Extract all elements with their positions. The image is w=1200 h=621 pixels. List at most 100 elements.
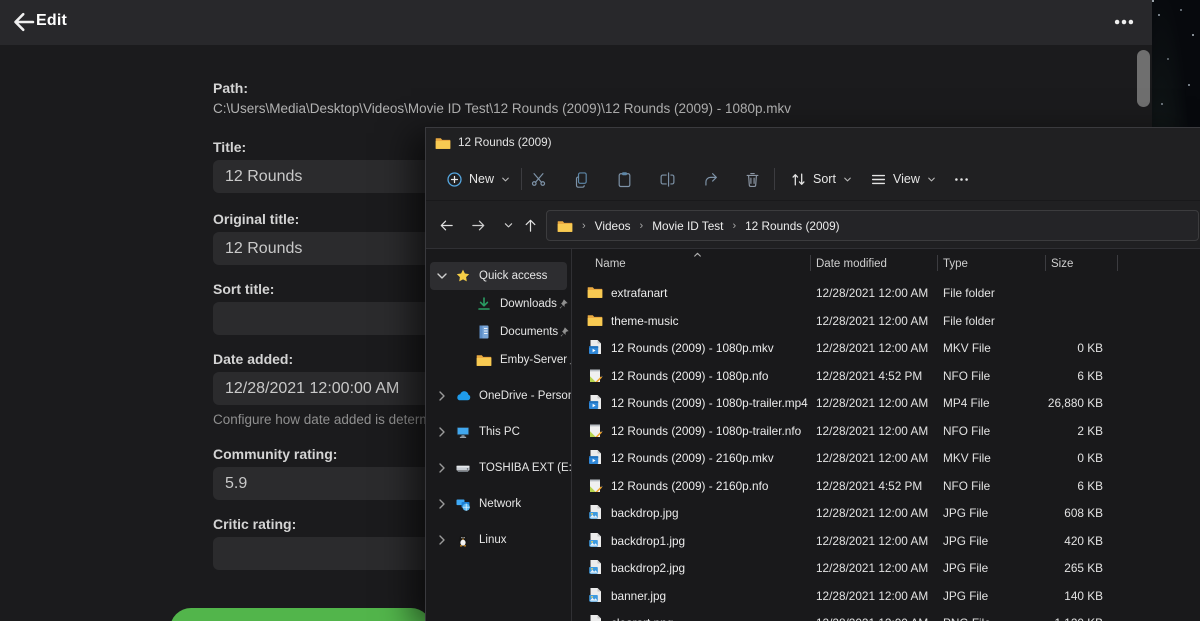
copy-icon [573,171,590,188]
file-date-modified: 12/28/2021 4:52 PM [816,479,922,493]
more-menu-button[interactable] [1110,10,1138,34]
explorer-address-bar: › Videos › Movie ID Test › 12 Rounds (20… [426,202,1200,248]
nfo-file-icon [587,477,603,493]
file-type: File folder [943,286,995,300]
file-date-modified: 12/28/2021 12:00 AM [816,396,928,410]
scrollbar-thumb[interactable] [1137,50,1150,107]
save-button[interactable] [170,608,432,621]
file-row[interactable]: 12 Rounds (2009) - 2160p.mkv12/28/2021 1… [573,444,1200,472]
file-row[interactable]: 12 Rounds (2009) - 2160p.nfo 12/28/2021 4… [573,472,1200,500]
breadcrumb-separator: › [582,220,586,232]
file-row[interactable]: 12 Rounds (2009) - 1080p-trailer.mp4 12/2… [573,389,1200,417]
stars [1152,0,1154,2]
folder-icon [587,284,603,300]
column-separator[interactable] [1117,255,1118,271]
more-options-button[interactable] [944,163,978,195]
file-date-modified: 12/28/2021 12:00 AM [816,589,928,603]
sidebar-item-onedrive-personal[interactable]: OneDrive - Personal [430,382,567,410]
column-header-name[interactable]: Name [595,258,626,270]
column-header-size[interactable]: Size [1051,258,1073,270]
network-icon [455,496,471,512]
file-row[interactable]: backdrop2.jpg12/28/2021 12:00 AMJPG File… [573,554,1200,582]
breadcrumb-12-rounds-2009[interactable]: 12 Rounds (2009) [745,219,839,233]
plus-circle-icon [446,171,463,188]
explorer-command-bar: New Sort [426,158,1200,201]
file-type: File folder [943,314,995,328]
file-name: 12 Rounds (2009) - 1080p-trailer.mp4 [611,396,808,410]
nfo-file-icon [587,367,603,383]
sidebar-item-toshiba-ext-e[interactable]: TOSHIBA EXT (E:) [430,454,567,482]
breadcrumb[interactable]: › Videos › Movie ID Test › 12 Rounds (20… [546,210,1199,241]
sidebar-item-downloads[interactable]: Downloads [430,290,567,318]
nfo-file-icon [587,422,603,438]
cut-button[interactable] [521,163,555,195]
sidebar-item-documents[interactable]: Documents [430,318,567,346]
view-button-label: View [893,172,920,186]
breadcrumb-videos[interactable]: Videos [595,219,631,233]
explorer-sidebar: Quick accessDownloadsDocumentsEmby-Serve… [426,249,572,621]
copy-button[interactable] [564,163,598,195]
breadcrumb-movie-id-test[interactable]: Movie ID Test [652,219,723,233]
screen: Edit Path: C:\Users\Media\Desktop\Videos… [0,0,1200,621]
file-row[interactable]: 12 Rounds (2009) - 1080p.mkv12/28/2021 1… [573,334,1200,362]
file-rows: extrafanart12/28/2021 12:00 AMFile folde… [573,279,1200,621]
file-row[interactable]: clearart.png12/28/2021 12:00 AMPNG File1… [573,609,1200,621]
delete-button[interactable] [735,163,769,195]
column-separator[interactable] [810,255,811,271]
back-button[interactable] [12,10,36,34]
nav-back-button[interactable] [434,213,458,237]
image-file-icon [587,587,603,603]
sort-button[interactable]: Sort [784,163,859,195]
chevron-down-icon[interactable] [434,268,450,284]
file-name: 12 Rounds (2009) - 2160p.nfo [611,479,768,493]
rename-icon [659,171,676,188]
file-name: backdrop.jpg [611,506,679,520]
column-header-type[interactable]: Type [943,258,968,270]
nav-forward-button[interactable] [466,213,490,237]
sidebar-item-network[interactable]: Network [430,490,567,518]
file-size: 140 KB [993,589,1103,603]
file-date-modified: 12/28/2021 12:00 AM [816,424,928,438]
file-row[interactable]: extrafanart12/28/2021 12:00 AMFile folde… [573,279,1200,307]
view-button[interactable]: View [864,163,943,195]
page-title: Edit [36,12,67,30]
nav-up-button[interactable] [518,213,542,237]
paste-button[interactable] [607,163,641,195]
file-row[interactable]: 12 Rounds (2009) - 1080p-trailer.nfo12/2… [573,417,1200,445]
file-size: 0 KB [993,451,1103,465]
new-button[interactable]: New [440,163,517,195]
file-row[interactable]: banner.jpg12/28/2021 12:00 AMJPG File140… [573,582,1200,610]
document-icon [476,324,492,340]
chevron-right-icon[interactable] [434,460,450,476]
sidebar-item-emby-server[interactable]: Emby-Server [430,346,567,374]
file-row[interactable]: 12 Rounds (2009) - 1080p.nfo12/28/2021 4… [573,362,1200,390]
file-name: banner.jpg [611,589,666,603]
image-file-icon [587,559,603,575]
file-list-pane: Name Date modified Type Size extrafanart… [573,249,1200,621]
rename-button[interactable] [650,163,684,195]
new-button-label: New [469,172,494,186]
arrow-up-icon [523,218,538,233]
chevron-right-icon[interactable] [434,496,450,512]
file-date-modified: 12/28/2021 12:00 AM [816,314,928,328]
column-header-date-modified[interactable]: Date modified [816,258,887,270]
file-name: backdrop1.jpg [611,534,685,548]
chevron-right-icon[interactable] [434,388,450,404]
column-separator[interactable] [1045,255,1046,271]
view-list-icon [870,171,887,188]
recent-locations-button[interactable] [496,213,520,237]
sidebar-item-this-pc[interactable]: This PC [430,418,567,446]
sidebar-item-linux[interactable]: Linux [430,526,567,554]
toolbar-separator [774,168,775,190]
file-row[interactable]: backdrop1.jpg12/28/2021 12:00 AMJPG File… [573,527,1200,555]
share-button[interactable] [693,163,727,195]
file-row[interactable]: theme-music12/28/2021 12:00 AMFile folde… [573,307,1200,335]
folder-icon [435,135,451,151]
file-row[interactable]: backdrop.jpg12/28/2021 12:00 AMJPG File6… [573,499,1200,527]
chevron-down-icon [503,220,514,231]
chevron-right-icon[interactable] [434,424,450,440]
column-separator[interactable] [937,255,938,271]
pin-icon [558,326,570,338]
sidebar-item-quick-access[interactable]: Quick access [430,262,567,290]
chevron-right-icon[interactable] [434,532,450,548]
